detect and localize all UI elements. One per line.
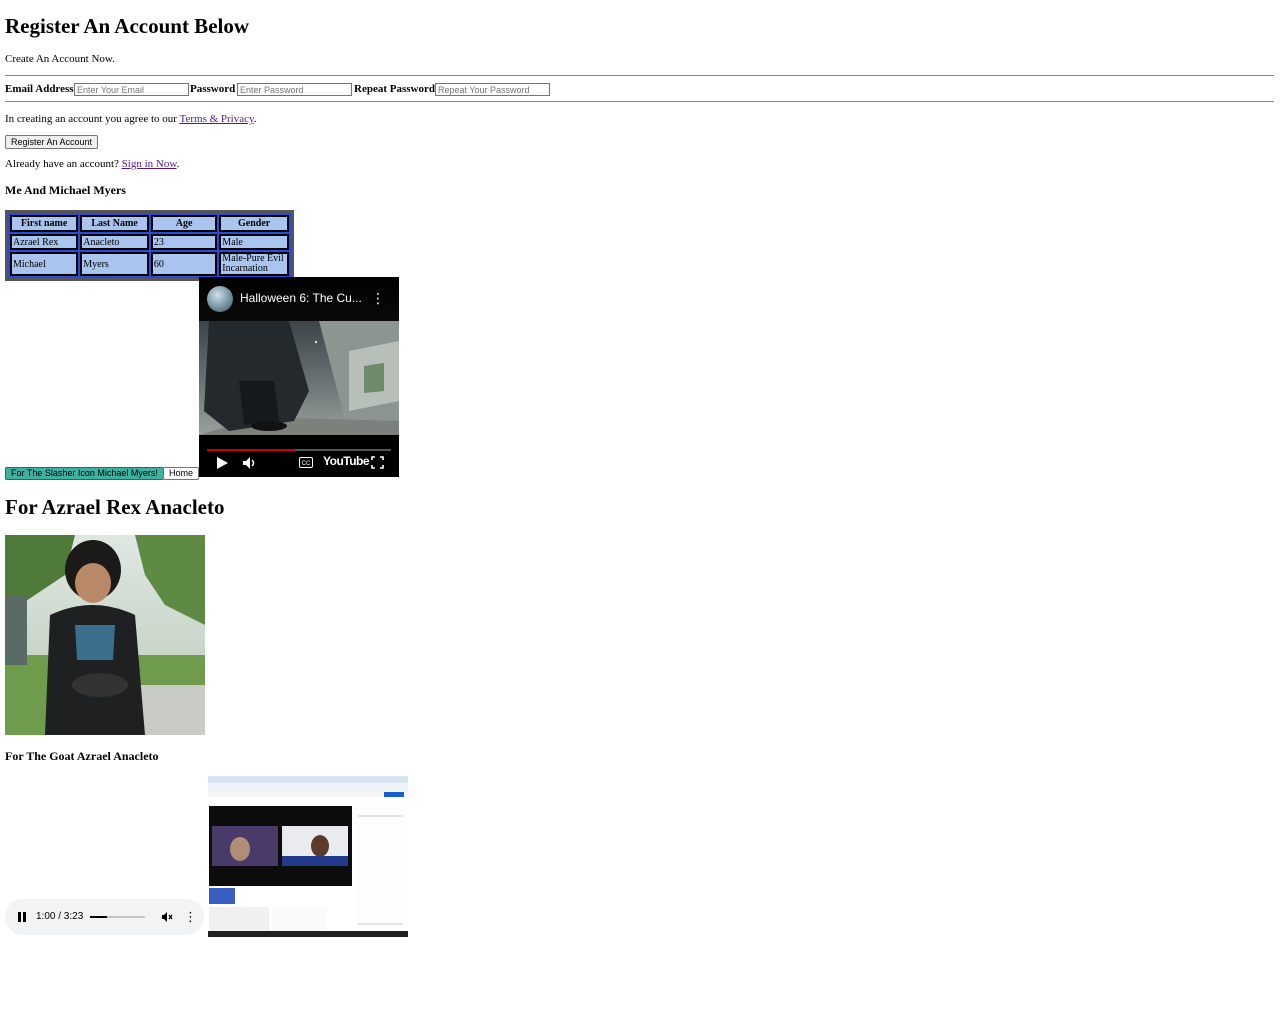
audio-time: 1:00 / 3:23 [36,911,84,922]
register-subtitle: Create An Account Now. [5,53,115,65]
goat-heading: For The Goat Azrael Anacleto [5,749,159,763]
col-gender: Gender [219,215,289,232]
cell-last-name: Anacleto [80,234,149,250]
signin-link[interactable]: Sign in Now [122,158,177,170]
table-heading: Me And Michael Myers [5,183,126,197]
terms-prefix: In creating an account you agree to our [5,113,180,125]
col-first-name: First name [10,215,79,232]
video-progress-bar[interactable] [207,449,391,451]
muted-volume-icon[interactable] [161,911,173,923]
video-controls: CC YouTube [199,435,399,477]
top-divider [5,75,1274,76]
video-header: Halloween 6: The Cu... ⋮ [199,277,399,321]
azrael-heading: For Azrael Rex Anacleto [5,495,225,519]
audio-progress-track[interactable] [90,916,145,918]
terms-link[interactable]: Terms & Privacy [180,113,254,125]
people-table: First name Last Name Age Gender Azrael R… [5,210,294,281]
youtube-embed[interactable]: Halloween 6: The Cu... ⋮ CC YouTube [199,277,399,477]
repeat-password-field[interactable] [435,83,550,96]
video-title[interactable]: Halloween 6: The Cu... [240,291,362,305]
video-scene-illustration [199,321,399,435]
register-button[interactable]: Register An Account [5,135,99,149]
cell-age: 60 [150,252,218,276]
home-button[interactable]: Home [163,467,200,480]
video-progress-fill [207,449,296,451]
cell-gender: Male [219,234,289,250]
more-options-icon[interactable]: ⋮ [371,290,385,307]
volume-icon[interactable] [242,456,258,470]
pause-icon[interactable] [17,911,27,923]
screenshot-image [208,776,408,937]
email-field[interactable] [74,83,189,96]
repeat-password-label: Repeat Password [354,83,435,95]
audio-player[interactable]: 1:00 / 3:23 ⋮ [5,899,204,935]
signin-prefix: Already have an account? [5,158,122,170]
audio-more-options-icon[interactable]: ⋮ [184,909,197,925]
captions-icon[interactable]: CC [299,457,313,468]
video-frame [199,321,399,435]
cell-gender: Male-Pure Evil Incarnation [219,252,289,276]
email-label: Email Address [5,83,74,95]
terms-suffix: . [253,113,257,125]
col-last-name: Last Name [80,215,149,232]
password-field[interactable] [237,83,352,96]
slasher-button[interactable]: For The Slasher Icon Michael Myers! [5,467,164,480]
fullscreen-icon[interactable] [371,456,384,469]
cell-first-name: Michael [10,252,79,276]
table-header-row: First name Last Name Age Gender [10,215,289,232]
cell-first-name: Azrael Rex [10,234,79,250]
audio-progress-fill [90,916,108,918]
table-row: Michael Myers 60 Male-Pure Evil Incarnat… [10,252,289,276]
signin-text: Already have an account? Sign in Now. [5,158,179,170]
play-icon[interactable] [215,456,229,470]
password-label: Password [190,83,236,95]
cell-age: 23 [150,234,218,250]
channel-avatar-icon[interactable] [207,286,233,312]
register-heading: Register An Account Below [5,14,250,38]
youtube-logo[interactable]: YouTube [323,454,370,468]
col-age: Age [150,215,218,232]
table-row: Azrael Rex Anacleto 23 Male [10,234,289,250]
cell-last-name: Myers [80,252,149,276]
svg-text:CC: CC [302,461,311,467]
terms-text: In creating an account you agree to our … [5,113,257,125]
bottom-divider [5,101,1274,102]
signin-suffix: . [176,158,180,170]
azrael-photo [5,535,205,735]
